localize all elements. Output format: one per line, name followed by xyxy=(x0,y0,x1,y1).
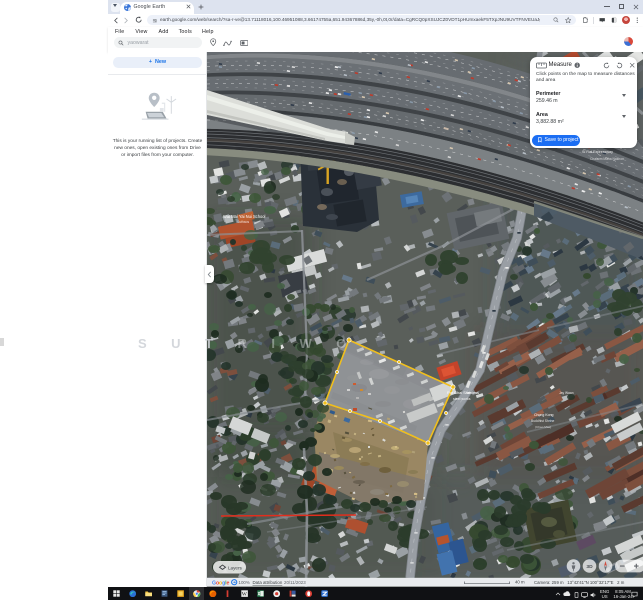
svg-text:steel works: steel works xyxy=(453,397,471,401)
svg-text:Jay Waan: Jay Waan xyxy=(559,391,574,395)
svg-text:Buddhist Shrine: Buddhist Shrine xyxy=(531,419,554,423)
svg-text:Data attribution: Data attribution xyxy=(253,580,283,585)
svg-text:3D: 3D xyxy=(586,564,593,570)
svg-text:Layers: Layers xyxy=(228,565,242,570)
svg-text:Chong Kong: Chong Kong xyxy=(534,413,554,417)
svg-text:Wat Mai Yai Nui School: Wat Mai Yai Nui School xyxy=(223,214,266,219)
svg-text:40 m: 40 m xyxy=(515,580,525,585)
svg-text:100%: 100% xyxy=(239,580,250,585)
svg-text:Si Rat Expressway: Si Rat Expressway xyxy=(582,150,613,154)
svg-text:Suthaos: Suthaos xyxy=(237,220,249,224)
svg-text:Por Chai Stainless: Por Chai Stainless xyxy=(447,390,479,395)
svg-text:Google: Google xyxy=(212,581,230,587)
svg-text:Camera: 259 m 13°42'41"N 100: Camera: 259 m 13°42'41"N 100°32'17"E 2 m xyxy=(534,580,625,585)
svg-text:Chalerm Maha Nakhon: Chalerm Maha Nakhon xyxy=(590,157,624,161)
svg-text:20/11/2023: 20/11/2023 xyxy=(284,580,306,585)
svg-text:(Chao Mae): (Chao Mae) xyxy=(535,425,551,429)
